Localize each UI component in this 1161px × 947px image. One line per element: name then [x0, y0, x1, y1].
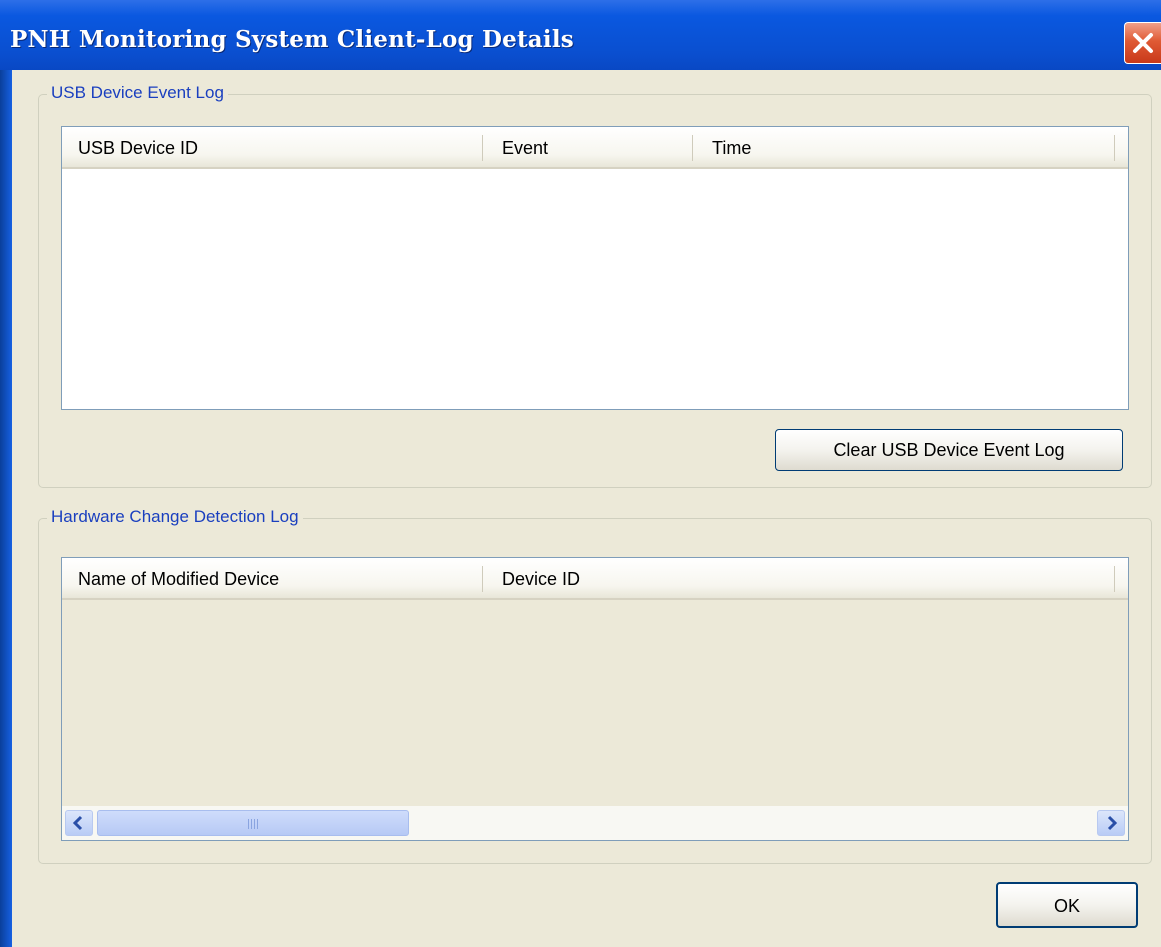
column-divider[interactable] — [482, 135, 483, 161]
close-button[interactable] — [1124, 22, 1161, 64]
usb-event-list-header: USB Device ID Event Time — [62, 127, 1128, 169]
close-icon — [1133, 33, 1153, 53]
clear-usb-log-button[interactable]: Clear USB Device Event Log — [775, 429, 1123, 471]
scroll-left-button[interactable] — [65, 810, 93, 836]
hardware-change-log-legend: Hardware Change Detection Log — [47, 507, 303, 527]
window-title: PNH Monitoring System Client-Log Details — [10, 26, 574, 53]
column-header-modified-device[interactable]: Name of Modified Device — [62, 558, 482, 598]
hardware-change-log-group: Hardware Change Detection Log Name of Mo… — [38, 507, 1152, 864]
column-header-event[interactable]: Event — [486, 127, 692, 167]
hardware-change-list[interactable]: Name of Modified Device Device ID — [61, 557, 1129, 841]
window-frame-left — [0, 70, 12, 947]
column-header-device-id[interactable]: Device ID — [486, 558, 1114, 598]
scroll-thumb-grip — [248, 819, 260, 829]
horizontal-scrollbar[interactable] — [62, 806, 1128, 840]
usb-event-list[interactable]: USB Device ID Event Time — [61, 126, 1129, 410]
usb-event-log-legend: USB Device Event Log — [47, 83, 228, 103]
column-divider[interactable] — [1114, 135, 1115, 161]
column-divider[interactable] — [692, 135, 693, 161]
chevron-left-icon — [72, 815, 83, 831]
ok-button[interactable]: OK — [996, 882, 1138, 928]
column-header-usb-device-id[interactable]: USB Device ID — [62, 127, 482, 167]
hardware-change-list-header: Name of Modified Device Device ID — [62, 558, 1128, 600]
column-header-time[interactable]: Time — [696, 127, 1114, 167]
column-divider[interactable] — [1114, 566, 1115, 592]
scroll-thumb[interactable] — [97, 810, 409, 836]
dialog-window: PNH Monitoring System Client-Log Details… — [0, 0, 1161, 947]
scroll-right-button[interactable] — [1097, 810, 1125, 836]
column-divider[interactable] — [482, 566, 483, 592]
chevron-right-icon — [1107, 815, 1118, 831]
dialog-client-area: USB Device Event Log USB Device ID Event… — [12, 70, 1161, 947]
usb-event-log-group: USB Device Event Log USB Device ID Event… — [38, 83, 1152, 488]
